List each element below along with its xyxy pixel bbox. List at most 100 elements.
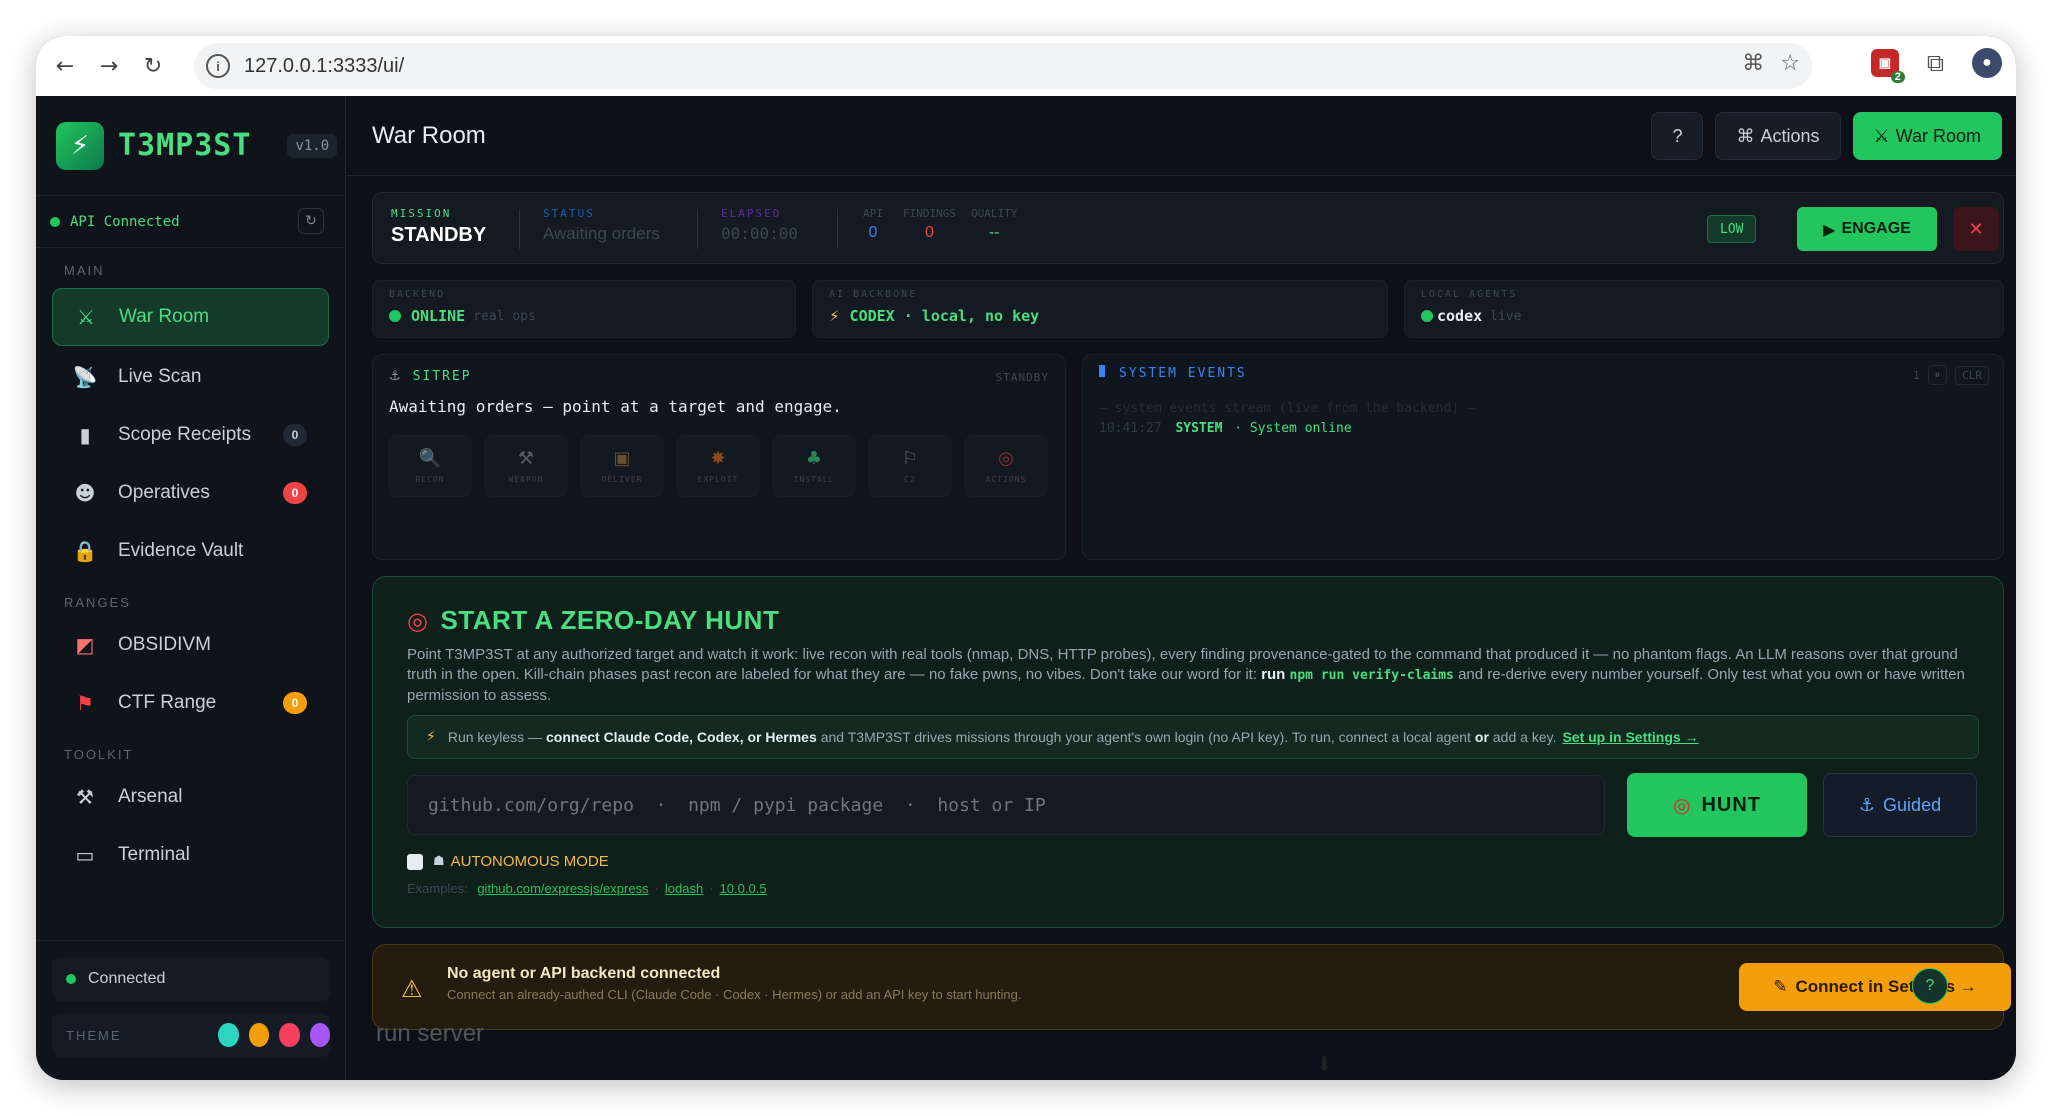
status-key: STATUS [543,207,595,220]
agents-sub: live [1490,308,1522,324]
bookmark-star-icon[interactable]: ☆ [1780,51,1800,76]
extensions-puzzle-icon[interactable]: ⧉ [1927,49,1944,77]
quality-key: QUALITY [971,207,1018,220]
connect-settings-button[interactable]: ✎ Connect in Settings → [1739,963,2011,1011]
keyless-part2: and T3MP3ST drives missions through your… [820,729,1471,745]
event-message: · System online [1234,421,1352,436]
phase-label: DELIVER [601,475,643,484]
engage-button[interactable]: ▶ ENGAGE [1797,207,1937,251]
url-text[interactable]: 127.0.0.1:3333/ui/ [244,55,404,78]
target-input[interactable] [407,775,1605,835]
verify-command: npm run verify-claims [1289,668,1454,683]
keyless-agents: connect Claude Code, Codex, or Hermes [546,729,817,745]
theme-swatch-purple[interactable] [309,1023,330,1047]
example-link[interactable]: lodash [665,881,703,896]
explosion-icon: ✸ [710,448,726,469]
example-link[interactable]: github.com/expressjs/express [477,881,648,896]
brand-name: T3MP3ST [118,128,252,163]
status-value: Awaiting orders [543,224,660,243]
warning-icon: ⚠ [401,975,423,1003]
sidebar-item-war-room[interactable]: ⚔ War Room [52,288,329,346]
terminal-icon: ▭ [75,843,95,867]
theme-swatch-teal[interactable] [218,1023,239,1047]
version-badge: v1.0 [287,133,338,158]
help-fab-button[interactable]: ? [1912,968,1948,1004]
war-room-button[interactable]: ⚔ War Room [1852,112,2002,160]
theme-swatch-amber[interactable] [248,1023,270,1047]
sitrep-text: Awaiting orders — point at a target and … [389,397,842,416]
autonomous-toggle[interactable]: ☗ AUTONOMOUS MODE [407,853,609,870]
site-info-icon[interactable]: i [206,54,230,78]
lightning-icon: ⚡ [426,729,436,745]
no-backend-warning: ⚠ No agent or API backend connected Conn… [372,944,2011,1030]
guided-label: Guided [1883,794,1942,815]
examples-label: Examples: [407,881,468,896]
translate-icon[interactable]: ⌘ [1742,51,1764,76]
settings-link[interactable]: Set up in Settings → [1562,729,1698,745]
status-dot [1421,310,1433,322]
engage-label: ENGAGE [1841,220,1911,237]
plug-icon: ✎ [1773,977,1788,997]
keyless-part1: Run keyless — [447,729,542,745]
phase-label: EXPLOIT [697,475,739,484]
autonomous-label: AUTONOMOUS MODE [450,853,609,870]
pause-button[interactable]: ⏸ [1927,365,1948,385]
reload-icon[interactable]: ↻ [138,51,168,81]
mask-icon: ☻ [74,481,96,505]
mission-bar: MISSION STANDBY STATUS Awaiting orders E… [372,192,2004,264]
guided-button[interactable]: ⚓ Guided [1823,773,1977,837]
extension-badge: 2 [1890,71,1905,83]
sidebar-item-evidence-vault[interactable]: 🔒 Evidence Vault [52,522,329,580]
lightning-icon: ⚡ [829,307,840,325]
tools-icon: ⚒ [517,448,535,469]
address-bar[interactable]: i 127.0.0.1:3333/ui/ ⌘ ☆ [194,43,1812,89]
elapsed-key: ELAPSED [721,207,782,220]
forward-icon[interactable]: → [94,51,124,81]
war-room-label: War Room [1895,125,1981,146]
target-icon: ◎ [1673,793,1692,817]
target-icon: ◎ [998,448,1014,469]
theme-swatch-rose[interactable] [279,1023,300,1047]
target-icon: ◎ [407,606,429,635]
sidebar-item-label: Evidence Vault [118,540,244,561]
sidebar-item-arsenal[interactable]: ⚒ Arsenal [52,768,329,826]
close-icon: ✕ [1968,218,1984,240]
extension-icon[interactable]: ▣ 2 [1870,49,1905,83]
backend-sub: real ops [473,308,536,324]
events-placeholder: — system events stream (live from the ba… [1099,401,1475,416]
anchor-icon: ⚓ [389,369,403,384]
examples: Examples: github.com/expressjs/express · l… [407,881,767,896]
elapsed-value: 00:00:00 [721,224,799,243]
phase-c2: ⚐ C2 [869,435,951,497]
sidebar-item-terminal[interactable]: ▭ Terminal [52,826,329,884]
hunt-button[interactable]: ◎ HUNT [1627,773,1807,837]
example-link[interactable]: 10.0.0.5 [720,881,767,896]
api-key: API [863,207,883,220]
sidebar-item-ctf-range[interactable]: ⚑ CTF Range 0 [52,674,329,732]
events-count: 1 [1913,368,1920,382]
kill-chain: 🔍 RECON ⚒ WEAPON ▣ DELIVER ✸ EXPLOIT ♣ INSTAL… [389,435,1047,497]
abort-button[interactable]: ✕ [1953,207,1999,251]
sidebar-item-operatives[interactable]: ☻ Operatives 0 [52,464,329,522]
sidebar-item-scope-receipts[interactable]: ▮ Scope Receipts 0 [52,406,329,464]
sidebar-item-label: Terminal [118,844,190,865]
actions-button[interactable]: ⌘ Actions [1715,112,1841,160]
sidebar-item-obsidivm[interactable]: ◩ OBSIDIVM [52,616,329,674]
help-button[interactable]: ? [1651,112,1704,160]
signal-icon: ⚐ [901,448,919,469]
autonomous-checkbox[interactable] [407,853,423,870]
sidebar-item-live-scan[interactable]: 📡 Live Scan [52,348,329,406]
ai-value: CODEX · local, no key [849,307,1040,325]
quality-value: -- [988,224,1000,241]
phase-install: ♣ INSTALL [773,435,855,497]
package-icon: ▣ [613,448,631,469]
theme-label: THEME [66,1027,122,1043]
phase-label: RECON [415,475,445,484]
hunt-description: Point T3MP3ST at any authorized target a… [407,645,1977,706]
phase-actions: ◎ ACTIONS [965,435,1047,497]
refresh-icon[interactable]: ↻ [298,208,324,234]
hunt-run-word: run [1261,666,1286,683]
profile-avatar[interactable]: ● [1972,48,2002,78]
clear-button[interactable]: CLR [1955,365,1989,385]
back-icon[interactable]: ← [50,51,80,81]
